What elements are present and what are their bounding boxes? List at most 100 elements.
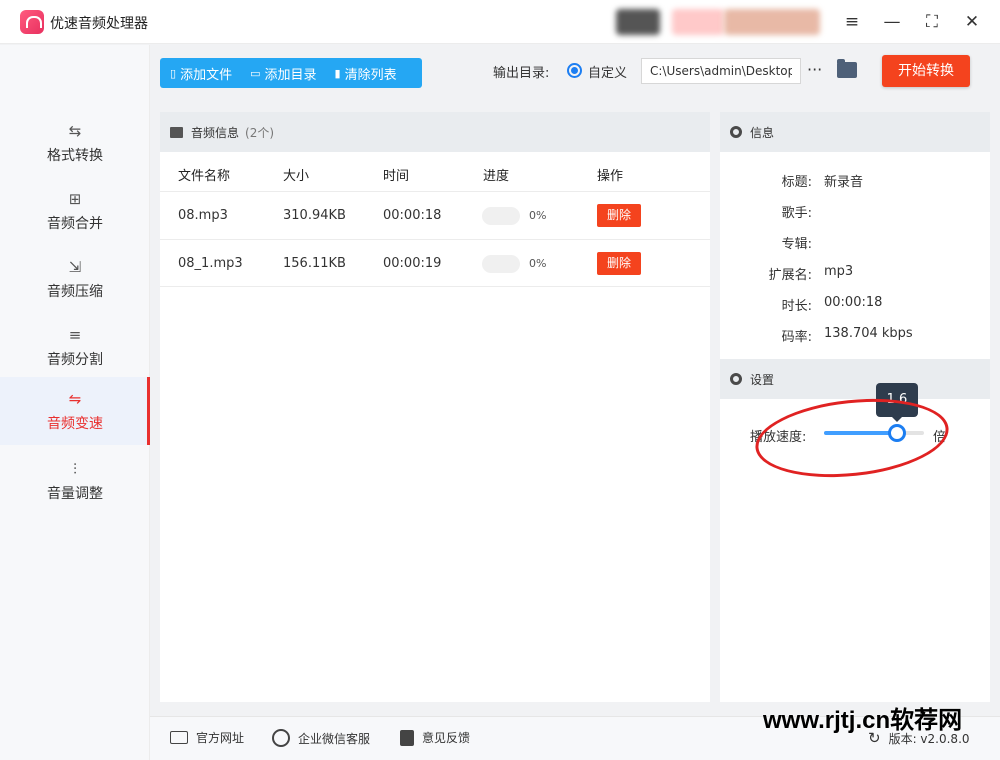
delete-button[interactable]: 删除 <box>597 252 641 275</box>
file-icon: ▯ <box>170 66 177 80</box>
blurred-username <box>724 9 820 35</box>
progress-bar <box>482 255 520 273</box>
maximize-icon[interactable]: ⛶ <box>918 8 946 36</box>
menu-icon[interactable]: ≡ <box>838 8 866 36</box>
add-directory-label: 添加目录 <box>264 67 317 83</box>
info-key: 标题: <box>781 175 812 190</box>
info-value: 138.704 kbps <box>824 326 913 341</box>
column-header-name: 文件名称 <box>178 169 231 184</box>
speed-slider[interactable] <box>824 424 924 442</box>
speed-unit: 倍 <box>933 430 947 445</box>
sidebar-item-audio-compress[interactable]: ⇲ 音频压缩 <box>0 247 150 311</box>
sidebar-item-format-convert[interactable]: ⇆ 格式转换 <box>0 111 150 175</box>
sidebar-item-volume-adjust[interactable]: ⫶ 音量调整 <box>0 449 150 513</box>
add-file-button[interactable]: ▯ 添加文件 <box>160 58 240 88</box>
volume-adjust-icon: ⫶ <box>73 460 77 478</box>
custom-dir-radio[interactable] <box>567 63 582 78</box>
info-key: 歌手: <box>781 206 812 221</box>
folder-icon: ▭ <box>250 66 261 80</box>
image-icon <box>170 126 183 138</box>
audio-list-header: 音频信息 (2个) <box>160 112 710 152</box>
sidebar-item-audio-speed[interactable]: ⇋ 音频变速 <box>0 377 150 445</box>
start-convert-button[interactable]: 开始转换 <box>882 55 970 87</box>
sidebar: ⇆ 格式转换 ⊞ 音频合并 ⇲ 音频压缩 ≡ 音频分割 ⇋ 音频变速 ⫶ 音量调… <box>0 45 150 760</box>
speed-slider-fill <box>824 431 897 435</box>
info-key: 专辑: <box>781 237 812 252</box>
info-value: 00:00:18 <box>824 295 883 310</box>
format-convert-icon: ⇆ <box>68 122 82 140</box>
feedback-link[interactable]: 意见反馈 <box>400 729 470 746</box>
sidebar-item-label: 音频变速 <box>47 416 103 432</box>
settings-title: 设置 <box>750 372 775 387</box>
table-row[interactable]: 08.mp3 310.94KB 00:00:18 0% 删除 <box>160 191 710 239</box>
more-options-button[interactable]: ··· <box>807 60 822 79</box>
speed-slider-thumb[interactable] <box>888 424 906 442</box>
trash-icon: ▮ <box>334 66 341 80</box>
blurred-badge <box>672 9 724 35</box>
sidebar-item-audio-merge[interactable]: ⊞ 音频合并 <box>0 179 150 243</box>
audio-compress-icon: ⇲ <box>68 258 82 276</box>
info-value: mp3 <box>824 264 854 279</box>
audio-merge-icon: ⊞ <box>68 190 82 208</box>
feedback-label: 意见反馈 <box>422 731 471 745</box>
info-value: 新录音 <box>824 175 864 190</box>
file-duration: 00:00:18 <box>383 208 442 223</box>
info-title: 信息 <box>750 125 775 140</box>
gear-icon <box>730 126 742 138</box>
wechat-service-link[interactable]: 企业微信客服 <box>272 729 370 747</box>
app-title: 优速音频处理器 <box>50 16 148 32</box>
progress-percent: 0% <box>529 257 547 270</box>
gear-icon <box>730 373 742 385</box>
add-directory-button[interactable]: ▭ 添加目录 <box>240 58 324 88</box>
audio-split-icon: ≡ <box>68 326 82 344</box>
file-name: 08_1.mp3 <box>178 256 243 271</box>
progress-percent: 0% <box>529 209 547 222</box>
file-name: 08.mp3 <box>178 208 228 223</box>
audio-list-panel: 音频信息 (2个) 文件名称 大小 时间 进度 操作 08.mp3 310.94… <box>160 112 710 702</box>
file-size: 156.11KB <box>283 256 346 271</box>
blurred-avatar <box>616 9 660 35</box>
sidebar-item-label: 音频分割 <box>47 352 103 368</box>
file-size: 310.94KB <box>283 208 346 223</box>
clear-list-button[interactable]: ▮ 清除列表 <box>325 58 405 88</box>
info-settings-panel: 信息 标题: 新录音 歌手: 专辑: 扩展名: mp3 时长: 00:00:18… <box>720 112 990 702</box>
column-header-size: 大小 <box>283 169 310 184</box>
progress-bar <box>482 207 520 225</box>
file-duration: 00:00:19 <box>383 256 442 271</box>
settings-header: 设置 <box>720 359 990 399</box>
column-header-action: 操作 <box>597 169 624 184</box>
sidebar-item-audio-split[interactable]: ≡ 音频分割 <box>0 315 150 379</box>
wechat-service-label: 企业微信客服 <box>298 731 371 746</box>
title-bar: 优速音频处理器 ≡ — ⛶ ✕ <box>0 0 1000 44</box>
audio-speed-icon: ⇋ <box>68 390 82 408</box>
chat-icon <box>272 729 290 747</box>
info-key: 码率: <box>781 330 812 345</box>
column-header-progress: 进度 <box>483 169 510 184</box>
official-website-link[interactable]: 官方网址 <box>170 729 244 746</box>
sidebar-item-label: 音频压缩 <box>47 284 103 300</box>
output-dir-label: 输出目录: <box>493 66 550 81</box>
clear-list-label: 清除列表 <box>344 67 397 83</box>
info-key: 扩展名: <box>768 268 812 283</box>
feedback-icon <box>400 729 414 746</box>
audio-list-title: 音频信息 <box>191 125 240 140</box>
app-logo-icon <box>20 10 44 34</box>
sidebar-item-label: 音量调整 <box>47 486 103 502</box>
delete-button[interactable]: 删除 <box>597 204 641 227</box>
official-website-label: 官方网址 <box>196 731 245 745</box>
add-file-label: 添加文件 <box>180 67 233 83</box>
custom-dir-radio-label[interactable]: 自定义 <box>588 62 627 81</box>
audio-count: (2个) <box>245 125 275 140</box>
open-folder-icon[interactable] <box>837 59 857 78</box>
column-header-time: 时间 <box>383 169 410 184</box>
watermark-text: www.rjtj.cn软荐网 <box>763 707 963 734</box>
info-header: 信息 <box>720 112 990 152</box>
sidebar-item-label: 音频合并 <box>47 216 103 232</box>
speed-label: 播放速度: <box>750 430 807 445</box>
file-toolbar: ▯ 添加文件 ▭ 添加目录 ▮ 清除列表 <box>160 58 422 88</box>
close-icon[interactable]: ✕ <box>958 8 986 36</box>
output-path-input[interactable] <box>641 58 801 84</box>
website-icon <box>170 731 188 744</box>
table-row[interactable]: 08_1.mp3 156.11KB 00:00:19 0% 删除 <box>160 239 710 287</box>
minimize-icon[interactable]: — <box>878 8 906 36</box>
